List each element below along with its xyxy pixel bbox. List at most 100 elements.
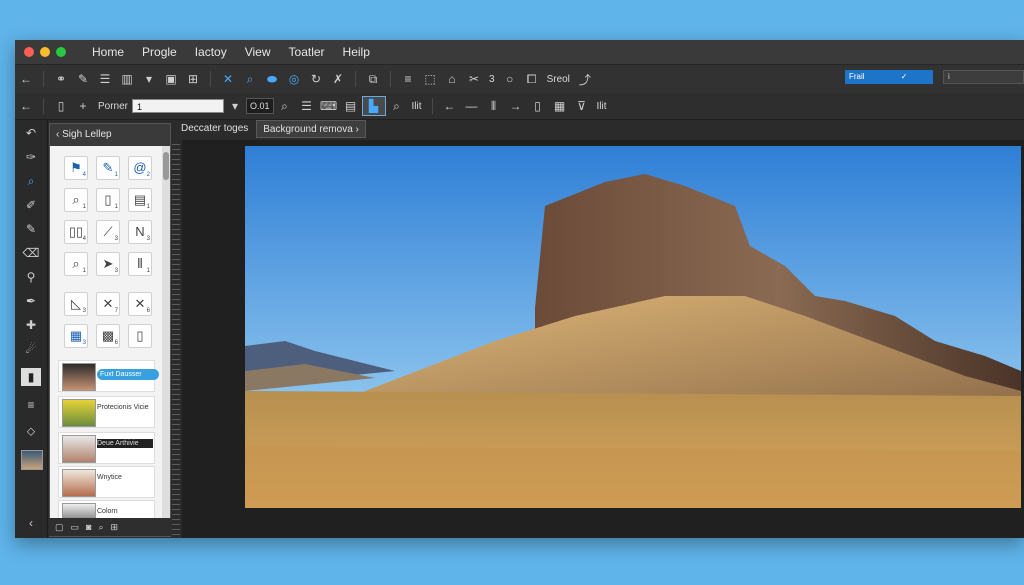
list-icon[interactable]: ☰ xyxy=(94,72,116,86)
tag-icon[interactable]: ⬦ xyxy=(21,422,41,440)
select-dropdown[interactable]: Sreol xyxy=(547,74,570,85)
zoom-icon[interactable]: ⌕ xyxy=(386,99,408,114)
align-icon[interactable]: ≡ xyxy=(397,72,419,86)
search-icon[interactable]: ⌕ xyxy=(98,522,103,533)
heal-icon[interactable]: ✚ xyxy=(21,316,41,334)
frame-icon[interactable]: ▣ xyxy=(160,72,182,86)
corner-icon[interactable]: ◺ 3 xyxy=(64,292,88,316)
back-arrow-icon[interactable]: ← xyxy=(15,99,37,113)
zoom-field[interactable]: O.01 xyxy=(246,98,274,114)
eyedropper-icon[interactable]: ✑ xyxy=(21,148,41,166)
x-icon[interactable]: ✕ 7 xyxy=(96,292,120,316)
home-icon[interactable]: ⌂ xyxy=(441,72,463,86)
comment-icon[interactable]: ⌨ xyxy=(318,99,340,113)
page-icon[interactable]: ▯ xyxy=(527,99,549,113)
pencil-icon[interactable]: ✎ xyxy=(21,220,41,238)
menu-view[interactable]: View xyxy=(245,45,271,59)
brush-icon[interactable]: ✐ xyxy=(21,196,41,214)
feather-icon[interactable]: ✎ 1 xyxy=(96,156,120,180)
columns-icon[interactable]: ▥ xyxy=(116,72,138,86)
list-item[interactable]: Protecionis Vicie xyxy=(58,396,155,428)
image-icon[interactable]: ▩ 6 xyxy=(96,324,120,348)
menu-home[interactable]: Home xyxy=(92,45,124,59)
line-icon[interactable]: ⟋ 3 xyxy=(96,220,120,244)
undo-icon[interactable]: ↶ xyxy=(21,124,41,142)
clone-icon[interactable]: ⚲ xyxy=(21,268,41,286)
circle-icon[interactable]: ○ xyxy=(499,72,521,86)
smudge-icon[interactable]: ☄ xyxy=(21,340,41,358)
menu-iactoy[interactable]: Iactoy xyxy=(195,45,227,59)
doc-icon[interactable]: ▤ 1 xyxy=(128,188,152,212)
lock-icon[interactable]: ▯ xyxy=(50,99,72,113)
left-arrow-icon[interactable]: ← xyxy=(439,99,461,113)
pen-tool-icon[interactable]: ✒ xyxy=(21,292,41,310)
page-icon[interactable]: ▯ 1 xyxy=(96,188,120,212)
collapse-icon[interactable]: ‹ xyxy=(21,514,41,532)
grid-icon[interactable]: ⊞ xyxy=(182,72,204,86)
camera-icon[interactable]: ◙ xyxy=(86,522,91,532)
search-icon[interactable]: ⌕ 1 xyxy=(64,188,88,212)
send-icon[interactable]: ➤ 3 xyxy=(96,252,120,276)
list-item[interactable]: Wnytice xyxy=(58,466,155,498)
list-item[interactable]: Fuxt Dausser xyxy=(58,360,159,392)
grid-icon[interactable]: ⊞ xyxy=(111,522,119,533)
search-icon[interactable]: ⌕ xyxy=(274,99,296,114)
brush-icon[interactable]: ⤴ xyxy=(574,71,596,88)
layers-icon[interactable]: ⧉ xyxy=(362,72,384,87)
back-arrow-icon[interactable]: ← xyxy=(15,72,37,86)
close-button[interactable] xyxy=(24,47,34,57)
close-icon[interactable]: › xyxy=(356,124,359,135)
n-icon[interactable]: N3 xyxy=(128,220,152,244)
frame-icon[interactable]: ▙ xyxy=(361,96,386,116)
cut-icon[interactable]: ✂ xyxy=(463,72,485,86)
landscape-photo[interactable] xyxy=(245,146,1021,508)
scroll-thumb[interactable] xyxy=(163,152,169,180)
list-icon[interactable]: ☰ xyxy=(296,99,318,113)
bars-icon[interactable]: ⦀ xyxy=(483,99,505,114)
panel-scrollbar[interactable] xyxy=(162,146,170,534)
frame-icon[interactable]: ▭ xyxy=(71,522,80,533)
chevron-down-icon[interactable]: ▾ xyxy=(138,72,160,86)
canvas-area[interactable] xyxy=(182,140,1024,538)
rotate-icon[interactable]: ↻ xyxy=(305,72,327,86)
menu-help[interactable]: Heilp xyxy=(343,45,370,59)
bars-icon[interactable]: ⦀ 1 xyxy=(128,252,152,276)
phone-icon[interactable]: ▯ xyxy=(128,324,152,348)
menu-progle[interactable]: Progle xyxy=(142,45,177,59)
close-x-icon[interactable]: ✕ xyxy=(217,72,239,86)
list-item[interactable]: Deue Arthivie xyxy=(58,432,155,464)
dash-icon[interactable]: — xyxy=(461,99,483,113)
crossed-tools-icon[interactable]: ✗ xyxy=(327,72,349,86)
avatar[interactable] xyxy=(21,450,43,470)
eraser-icon[interactable]: ⌫ xyxy=(21,244,41,262)
chevron-down-icon[interactable]: ▾ xyxy=(224,99,246,113)
target-icon[interactable]: ◎ xyxy=(283,72,305,86)
double-frame-icon[interactable]: ▯▯ 4 xyxy=(64,220,88,244)
menu-lines-icon[interactable]: ≡ xyxy=(21,396,41,414)
document-icon[interactable]: ▦ xyxy=(549,99,571,113)
plus-icon[interactable]: + xyxy=(72,99,94,113)
right-arrow-icon[interactable]: → xyxy=(505,99,527,113)
layout-icon[interactable]: ▤ xyxy=(340,99,362,113)
square-icon[interactable]: ▢ xyxy=(55,522,64,533)
secondary-input[interactable]: i xyxy=(943,70,1024,84)
transform-icon[interactable]: ⬚ xyxy=(419,72,441,86)
link-icon[interactable]: ⚭ xyxy=(50,72,72,86)
minimize-button[interactable] xyxy=(40,47,50,57)
pen-icon[interactable]: ✎ xyxy=(72,72,94,86)
tab-decatter-toges[interactable]: Deccater toges xyxy=(175,120,255,138)
cross-icon[interactable]: ✕ 6 xyxy=(128,292,152,316)
filter-icon[interactable]: ⊽ xyxy=(571,99,593,113)
pointer-field[interactable]: 1 xyxy=(132,99,225,113)
preset-dropdown[interactable]: Frail ✓ xyxy=(845,70,933,84)
flag-icon[interactable]: ⚑ 4 xyxy=(64,156,88,180)
shape-icon[interactable]: ⬬ xyxy=(261,72,283,87)
menu-toatler[interactable]: Toatler xyxy=(289,45,325,59)
layer-icon[interactable]: ▮ xyxy=(21,368,41,386)
lens-icon[interactable]: ⌕ 1 xyxy=(64,252,88,276)
at-icon[interactable]: @2 xyxy=(128,156,152,180)
copy-icon[interactable]: ⧠ xyxy=(521,72,543,87)
maximize-button[interactable] xyxy=(56,47,66,57)
search-icon[interactable]: ⌕ xyxy=(239,72,261,87)
magnifier-icon[interactable]: ⌕ xyxy=(21,172,41,190)
